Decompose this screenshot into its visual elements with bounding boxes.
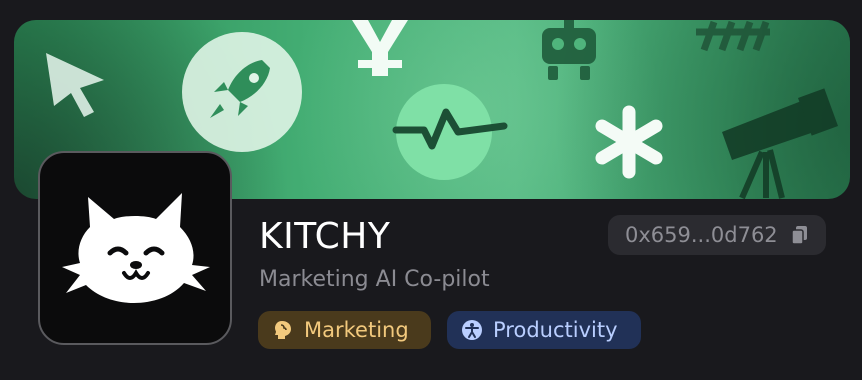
telescope-icon	[722, 88, 838, 199]
robot-icon	[542, 20, 596, 80]
contract-address: 0x659...0d762	[625, 223, 778, 247]
address-copy-button[interactable]: 0x659...0d762	[608, 215, 826, 255]
copy-icon[interactable]	[791, 225, 809, 245]
tag-label: Productivity	[493, 318, 618, 342]
head-icon	[275, 321, 291, 339]
app-subtitle: Marketing AI Co-pilot	[259, 267, 490, 292]
yen-icon	[352, 20, 408, 76]
app-avatar	[38, 151, 232, 345]
tag-marketing[interactable]: Marketing	[258, 311, 431, 349]
asterisk-icon	[595, 105, 663, 179]
hashtag-icon	[696, 20, 770, 52]
cursor-icon	[46, 53, 104, 117]
tag-productivity[interactable]: Productivity	[447, 311, 641, 349]
accessibility-icon	[462, 320, 482, 340]
rocket-icon	[182, 32, 302, 152]
activity-icon	[392, 84, 508, 180]
tag-label: Marketing	[304, 318, 409, 342]
app-name: KITCHY	[259, 216, 391, 257]
app-card: KITCHY Marketing AI Co-pilot 0x659...0d7…	[0, 0, 862, 380]
cat-face-icon	[62, 193, 210, 303]
